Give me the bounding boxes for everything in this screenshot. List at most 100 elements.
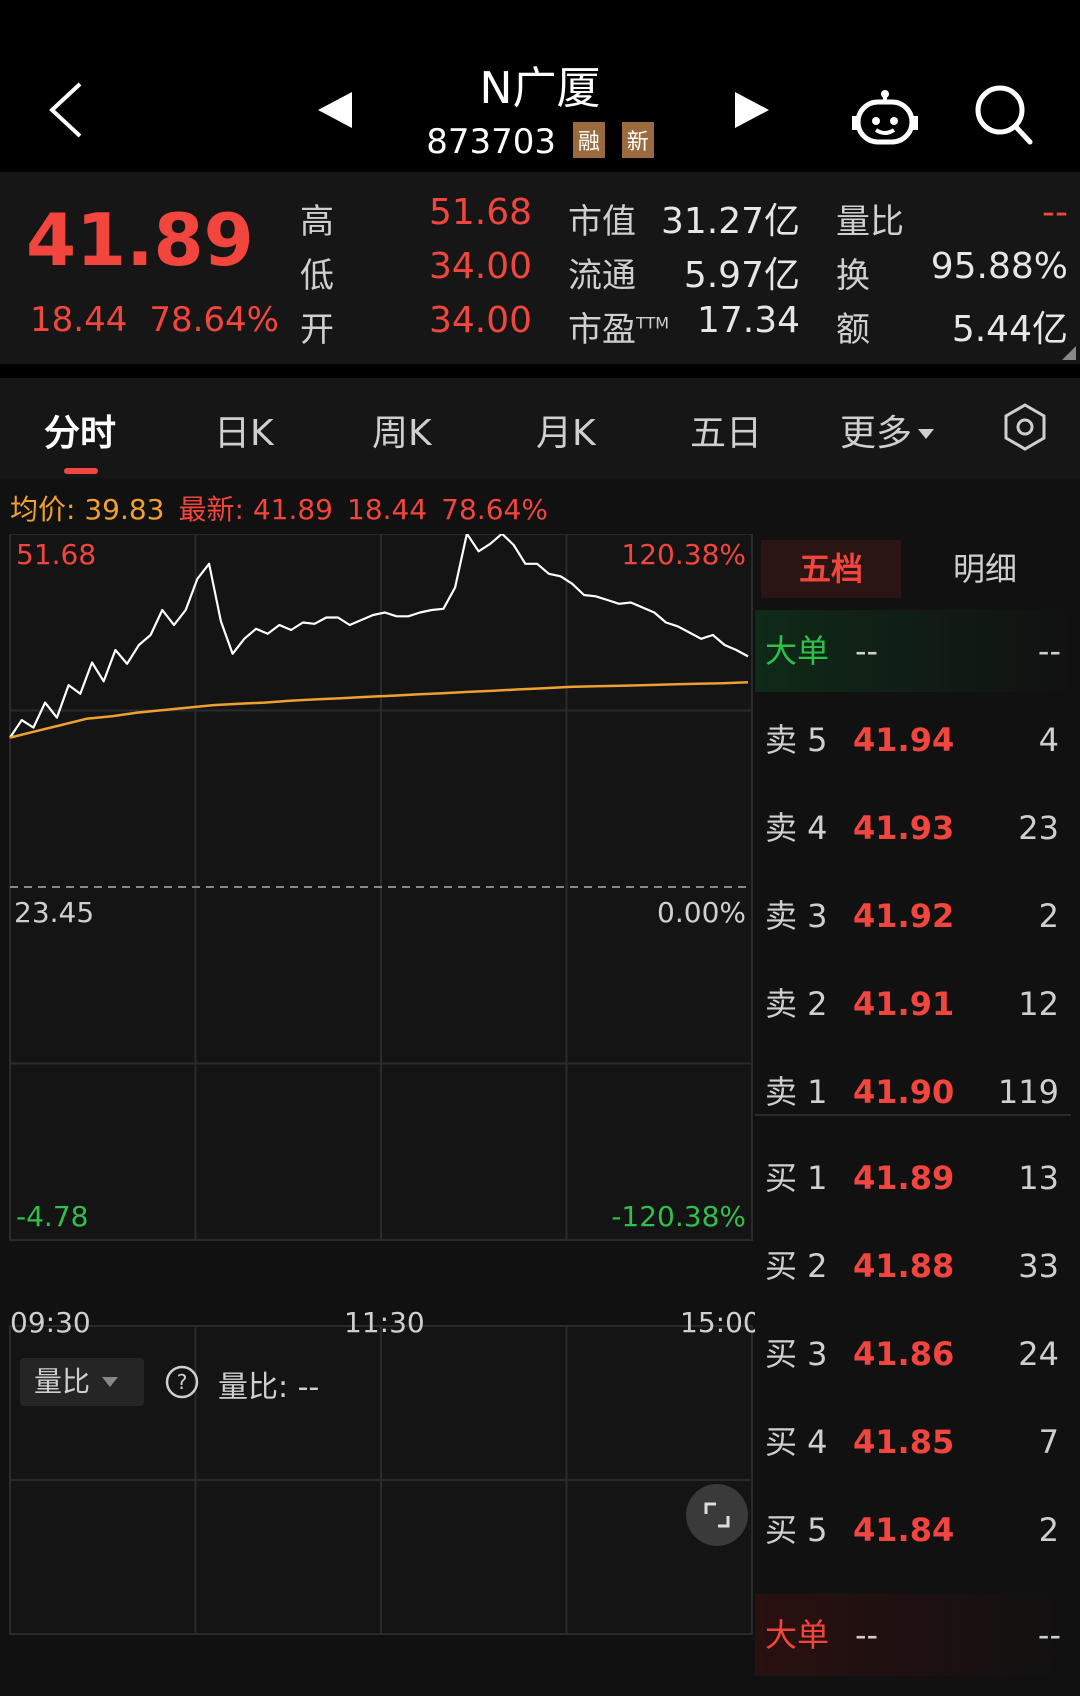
prev-stock-icon[interactable] xyxy=(318,92,352,128)
ask-quantity: 23 xyxy=(1018,809,1059,847)
bid-level-label: 买 3 xyxy=(765,1335,828,1373)
fullscreen-button[interactable] xyxy=(686,1484,748,1546)
ask-quantity: 2 xyxy=(1038,897,1059,935)
big-order-value-1: -- xyxy=(855,1616,879,1654)
robot-assistant-icon[interactable] xyxy=(852,88,918,146)
pe-value: 17.34 xyxy=(696,300,800,341)
mktcap-label: 市值 xyxy=(568,202,636,242)
last-price: 41.89 xyxy=(26,198,254,282)
margin-tag: 融 xyxy=(572,122,605,158)
change-row: 18.44 78.64% xyxy=(30,300,301,340)
svg-text:?: ? xyxy=(177,1370,188,1394)
new-tag: 新 xyxy=(621,122,654,158)
latest-change-pct: 78.64% xyxy=(441,493,548,526)
big-order-value-2: -- xyxy=(1037,632,1061,670)
avg-price-label: 均价: 39.83 xyxy=(10,493,165,526)
ask-row[interactable]: 卖 5 41.94 4 xyxy=(755,696,1071,784)
order-book: 五档 明细 大单 -- -- 卖 5 41.94 4 卖 4 41.93 23 卖 3 41.… xyxy=(755,534,1071,1676)
open-value: 34.00 xyxy=(428,300,532,341)
bid-level-label: 买 1 xyxy=(765,1159,828,1197)
chevron-down-icon xyxy=(102,1377,119,1387)
active-tab-indicator xyxy=(64,468,98,474)
float-label: 流通 xyxy=(568,256,636,296)
ask-level-label: 卖 1 xyxy=(765,1073,828,1111)
stock-code-row: 873703 融 新 xyxy=(380,122,700,162)
volratio-indicator-label: 量比: -- xyxy=(218,1370,320,1405)
y-tick-left-bottom: -4.78 xyxy=(16,1200,89,1233)
turnover-label: 换 xyxy=(836,256,870,296)
x-tick-close: 15:00 xyxy=(680,1306,761,1339)
quote-panel: 41.89 18.44 78.64% 高 低 开 51.68 34.00 34.0… xyxy=(0,172,1080,364)
ask-price: 41.93 xyxy=(853,809,955,847)
next-stock-icon[interactable] xyxy=(735,92,769,128)
x-tick-midday: 11:30 xyxy=(344,1306,425,1339)
bid-price: 41.88 xyxy=(853,1247,955,1285)
low-label: 低 xyxy=(300,256,334,296)
volratio-value: -- xyxy=(1042,192,1068,233)
bid-level-label: 买 4 xyxy=(765,1423,828,1461)
bid-quantity: 13 xyxy=(1018,1159,1059,1197)
big-order-label: 大单 xyxy=(765,1616,830,1654)
tab-monthly-k[interactable]: 月K xyxy=(536,404,596,456)
tab-daily-k[interactable]: 日K xyxy=(214,404,274,456)
ask-row[interactable]: 卖 3 41.92 2 xyxy=(755,872,1071,960)
book-divider xyxy=(755,1114,1071,1116)
ask-level-label: 卖 5 xyxy=(765,721,828,759)
indicator-selector-label: 量比 xyxy=(34,1365,91,1398)
bid-row[interactable]: 买 1 41.89 13 xyxy=(755,1134,1071,1222)
chart-tabs: 分时 日K 周K 月K 五日 更多 xyxy=(0,378,1080,478)
y-tick-right-bottom: -120.38% xyxy=(611,1200,746,1233)
y-tick-right-top: 120.38% xyxy=(621,538,746,571)
ask-price: 41.91 xyxy=(853,985,955,1023)
ask-level-label: 卖 4 xyxy=(765,809,828,847)
order-book-tabs: 五档 明细 xyxy=(755,534,1071,604)
tab-more[interactable]: 更多 xyxy=(840,404,935,456)
ask-row[interactable]: 卖 4 41.93 23 xyxy=(755,784,1071,872)
chevron-down-icon xyxy=(918,429,935,439)
tab-five-day[interactable]: 五日 xyxy=(690,404,762,456)
tab-five-levels[interactable]: 五档 xyxy=(761,540,901,598)
tab-details[interactable]: 明细 xyxy=(915,540,1055,598)
tab-intraday[interactable]: 分时 xyxy=(44,404,116,456)
price-change-pct: 78.64% xyxy=(149,300,279,340)
high-label: 高 xyxy=(300,202,334,242)
volratio-label: 量比 xyxy=(836,202,904,242)
latest-price-label: 最新: 41.89 xyxy=(178,493,334,526)
latest-change: 18.44 xyxy=(347,493,428,526)
float-value: 5.97亿 xyxy=(683,255,800,296)
settings-icon[interactable] xyxy=(1000,402,1050,452)
ask-level-label: 卖 2 xyxy=(765,985,828,1023)
big-order-sell-row: 大单 -- -- xyxy=(755,1594,1071,1676)
expand-corner-icon[interactable] xyxy=(1062,346,1076,360)
stock-code: 873703 xyxy=(426,122,557,162)
fullscreen-icon xyxy=(704,1502,730,1528)
ask-price: 41.94 xyxy=(853,721,955,759)
ask-quantity: 4 xyxy=(1038,721,1059,759)
high-value: 51.68 xyxy=(428,192,532,233)
pe-label-text: 市盈 xyxy=(568,310,636,350)
bid-row[interactable]: 买 3 41.86 24 xyxy=(755,1310,1071,1398)
price-change: 18.44 xyxy=(30,300,128,340)
back-arrow-icon[interactable] xyxy=(44,80,88,140)
bid-price: 41.86 xyxy=(853,1335,955,1373)
amount-label: 额 xyxy=(836,310,870,350)
mktcap-value: 31.27亿 xyxy=(660,201,800,242)
y-tick-left-top: 51.68 xyxy=(16,538,97,571)
ask-row[interactable]: 卖 2 41.91 12 xyxy=(755,960,1071,1048)
chart-info-row: 均价: 39.83 最新: 41.89 18.44 78.64% xyxy=(10,488,562,528)
ask-row[interactable]: 卖 1 41.90 119 xyxy=(755,1048,1071,1136)
indicator-selector[interactable]: 量比 xyxy=(20,1358,144,1406)
ask-quantity: 119 xyxy=(997,1073,1059,1111)
bid-row[interactable]: 买 4 41.85 7 xyxy=(755,1398,1071,1486)
search-icon[interactable] xyxy=(974,82,1034,146)
bid-quantity: 24 xyxy=(1018,1335,1059,1373)
big-order-label: 大单 xyxy=(765,632,830,670)
help-icon[interactable]: ? xyxy=(164,1364,200,1400)
amount-value: 5.44亿 xyxy=(951,309,1068,350)
tab-weekly-k[interactable]: 周K xyxy=(372,404,432,456)
turnover-value: 95.88% xyxy=(930,246,1068,287)
bid-quantity: 33 xyxy=(1018,1247,1059,1285)
bid-row[interactable]: 买 5 41.84 2 xyxy=(755,1486,1071,1574)
big-order-value-2: -- xyxy=(1037,1616,1061,1654)
bid-row[interactable]: 买 2 41.88 33 xyxy=(755,1222,1071,1310)
